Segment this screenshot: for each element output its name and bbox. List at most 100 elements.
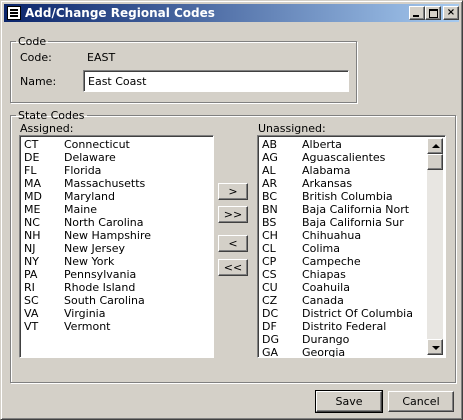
state-name: Colima [302,242,340,255]
state-abbr: DE [24,151,40,164]
state-abbr: GA [262,346,279,358]
minimize-icon [413,15,419,17]
list-item[interactable]: MA Massachusetts [22,177,211,190]
close-icon: × [446,7,456,18]
state-abbr: CZ [262,294,278,307]
list-item[interactable]: NH New Hampshire [22,229,211,242]
state-abbr: VA [24,307,39,320]
state-name: Rhode Island [64,281,136,294]
list-item[interactable]: CT Connecticut [22,138,211,151]
scroll-up-button[interactable] [427,138,443,154]
list-item[interactable]: AR Arkansas [260,177,427,190]
list-item[interactable]: CH Chihuahua [260,229,427,242]
state-abbr: DG [262,333,279,346]
state-name: North Carolina [64,216,144,229]
scroll-down-button[interactable] [427,339,443,355]
state-abbr: NY [24,255,39,268]
unassigned-label: Unassigned: [258,122,326,135]
save-button[interactable]: Save [315,390,383,413]
state-abbr: NJ [24,242,36,255]
list-item[interactable]: FL Florida [22,164,211,177]
unassigned-rows: AB Alberta AG Aguascalientes AL Alabama AR Arka… [260,138,427,358]
arrow-down-icon [432,346,440,350]
state-name: Vermont [64,320,111,333]
list-item[interactable]: BS Baja California Sur [260,216,427,229]
state-name: District Of Columbia [302,307,413,320]
list-item[interactable]: BN Baja California Nort [260,203,427,216]
code-value: EAST [87,51,116,64]
state-abbr: BN [262,203,278,216]
name-input[interactable] [83,70,349,92]
maximize-button[interactable] [425,6,441,20]
remove-all-button[interactable]: << [218,259,248,276]
list-item[interactable]: NC North Carolina [22,216,211,229]
list-item[interactable]: VT Vermont [22,320,211,333]
list-item[interactable]: MD Maryland [22,190,211,203]
list-item[interactable]: ME Maine [22,203,211,216]
state-abbr: AG [262,151,278,164]
title-bar[interactable]: Add/Change Regional Codes × [4,4,459,22]
dialog-window: Add/Change Regional Codes × Code Code: E… [0,0,463,420]
unassigned-scrollbar[interactable] [427,138,443,355]
list-item[interactable]: CL Colima [260,242,427,255]
state-name: Durango [302,333,350,346]
list-item[interactable]: CP Campeche [260,255,427,268]
list-item[interactable]: GA Georgia [260,346,427,358]
scroll-thumb[interactable] [427,154,443,170]
add-selected-button[interactable]: > [218,183,248,200]
list-item[interactable]: DC District Of Columbia [260,307,427,320]
state-name: Delaware [64,151,116,164]
state-abbr: RI [24,281,35,294]
state-name: Pennsylvania [64,268,137,281]
list-item[interactable]: DG Durango [260,333,427,346]
close-button[interactable]: × [443,6,459,20]
list-item[interactable]: DE Delaware [22,151,211,164]
state-abbr: CT [24,138,39,151]
state-abbr: MD [24,190,42,203]
code-label: Code: [20,51,52,64]
list-item[interactable]: NY New York [22,255,211,268]
list-item[interactable]: CS Chiapas [260,268,427,281]
state-abbr: NC [24,216,40,229]
state-name: Baja California Sur [302,216,404,229]
list-item[interactable]: DF Distrito Federal [260,320,427,333]
list-item[interactable]: AB Alberta [260,138,427,151]
state-abbr: AR [262,177,278,190]
add-all-button[interactable]: >> [218,206,248,223]
list-item[interactable]: NJ New Jersey [22,242,211,255]
state-name: Coahuila [302,281,350,294]
list-item[interactable]: AG Aguascalientes [260,151,427,164]
state-name: Florida [64,164,102,177]
list-item[interactable]: BC British Columbia [260,190,427,203]
unassigned-listbox[interactable]: AB Alberta AG Aguascalientes AL Alabama AR Arka… [257,135,446,358]
state-name: Chiapas [302,268,346,281]
state-abbr: MA [24,177,42,190]
list-item[interactable]: PA Pennsylvania [22,268,211,281]
arrow-up-icon [432,144,440,148]
state-abbr: AL [262,164,276,177]
list-item[interactable]: RI Rhode Island [22,281,211,294]
name-label: Name: [20,75,57,88]
cancel-button[interactable]: Cancel [388,391,454,412]
list-item[interactable]: SC South Carolina [22,294,211,307]
state-abbr: AB [262,138,278,151]
code-groupbox: Code [10,35,357,103]
state-abbr: BS [262,216,277,229]
state-name: Campeche [302,255,361,268]
remove-selected-button[interactable]: < [218,235,248,252]
list-item[interactable]: CU Coahuila [260,281,427,294]
state-name: British Columbia [302,190,393,203]
list-item[interactable]: VA Virginia [22,307,211,320]
assigned-label: Assigned: [20,122,74,135]
list-item[interactable]: CZ Canada [260,294,427,307]
list-item[interactable]: AL Alabama [260,164,427,177]
state-name: Massachusetts [64,177,146,190]
state-name: Chihuahua [302,229,362,242]
code-group-legend: Code [18,35,47,48]
state-codes-legend: State Codes [18,109,85,122]
assigned-listbox[interactable]: CT Connecticut DE Delaware FL Florida MA Massac… [19,135,214,358]
state-abbr: VT [24,320,39,333]
minimize-button[interactable] [409,6,425,20]
state-name: Alabama [302,164,351,177]
state-abbr: CS [262,268,277,281]
